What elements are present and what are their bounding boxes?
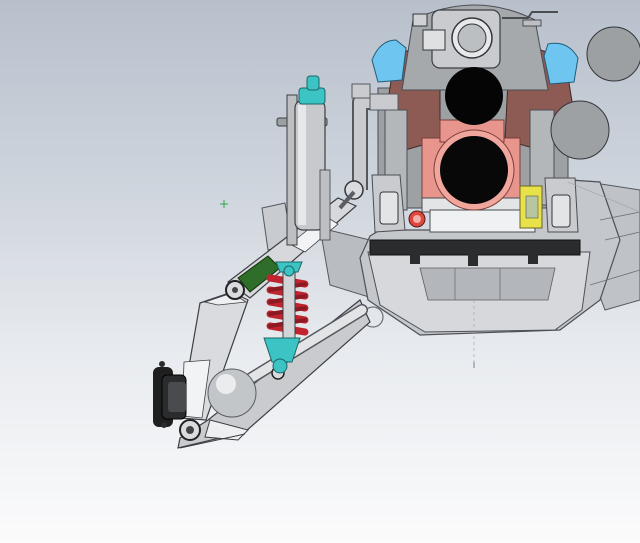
wheel-hub[interactable] <box>153 361 187 428</box>
ball-joint-highlight <box>216 374 236 394</box>
cad-graphics-viewport[interactable] <box>0 0 640 543</box>
valve-cover-left[interactable] <box>371 39 407 83</box>
exhaust-port <box>440 136 508 204</box>
intake-port-upper <box>445 67 503 125</box>
suspension-assembly-model[interactable] <box>0 0 640 543</box>
alternator-pulley[interactable] <box>586 26 640 82</box>
accessory-pulley[interactable] <box>550 100 610 160</box>
valve-cover-right[interactable] <box>543 42 579 85</box>
